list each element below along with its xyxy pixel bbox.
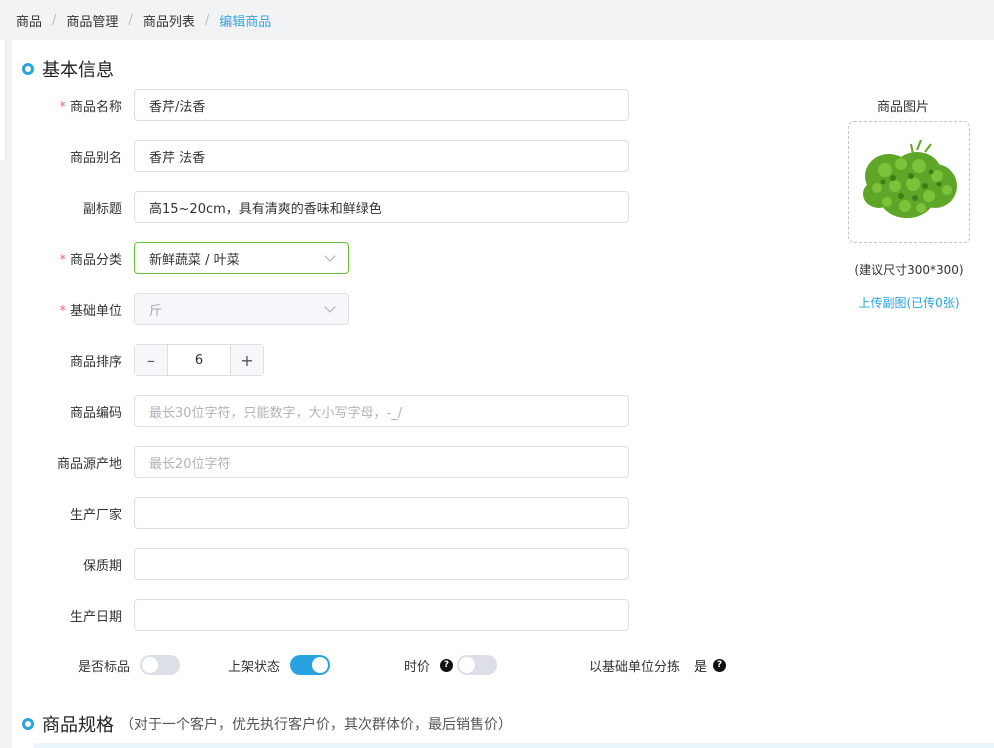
chevron-down-icon [324, 250, 336, 262]
row-category: * 商品分类 新鲜蔬菜 / 叶菜 [12, 242, 349, 274]
maker-input[interactable] [134, 497, 629, 529]
breadcrumb-item-goods[interactable]: 商品 [16, 11, 42, 30]
field-label-text: 基础单位 [69, 303, 122, 319]
standard-switch[interactable] [140, 655, 181, 675]
field-label: * 基础单位 [59, 303, 122, 319]
timeprice-switch[interactable] [457, 655, 498, 675]
field-label: 保质期 [82, 558, 122, 574]
field-label: * 商品分类 [59, 252, 122, 268]
left-gutter [0, 40, 12, 748]
goods-code-input[interactable]: 最长30位字符，只能数字，大小写字母，-_/ [134, 395, 629, 427]
row-code: 商品编码 最长30位字符，只能数字，大小写字母，-_/ [12, 395, 629, 427]
field-label: 商品排序 [69, 354, 122, 370]
row-unit: * 基础单位 斤 [12, 293, 349, 325]
section-note: （对于一个客户，优先执行客户价，其次群体价，最后销售价） [120, 717, 512, 733]
row-goods-name: * 商品名称 香芹/法香 [12, 89, 629, 121]
listed-label: 上架状态 [228, 659, 281, 675]
origin-placeholder: 最长20位字符 [149, 456, 231, 472]
row-origin: 商品源产地 最长20位字符 [12, 446, 629, 478]
timeprice-label: 时价 [404, 659, 431, 675]
breadcrumb-item-goods-manage[interactable]: 商品管理 [66, 11, 118, 30]
goods-alias-input[interactable]: 香芹 法香 [134, 140, 629, 172]
breadcrumb-item-edit-goods: 编辑商品 [219, 14, 272, 30]
breadcrumb-item-goods-list[interactable]: 商品列表 [143, 11, 195, 30]
category-select[interactable]: 新鲜蔬菜 / 叶菜 [134, 242, 349, 274]
goods-name-value: 香芹/法香 [149, 99, 206, 115]
standard-label: 是否标品 [78, 659, 131, 675]
section-basic-info: 基本信息 [22, 56, 114, 82]
minus-icon[interactable]: – [135, 345, 168, 375]
origin-input[interactable]: 最长20位字符 [134, 446, 629, 478]
sort-by-unit-label: 以基础单位分拣 [589, 659, 681, 675]
goods-alias-value: 香芹 法香 [149, 150, 206, 166]
form-card: 基本信息 * 商品名称 香芹/法香 商品别名 香芹 法香 副标题 高15~20cm… [12, 40, 994, 748]
field-label: * 商品名称 [59, 99, 122, 115]
breadcrumb-separator: / [128, 12, 133, 28]
field-label-text: 商品名称 [69, 99, 122, 115]
row-subtitle: 副标题 高15~20cm，具有清爽的香味和鲜绿色 [12, 191, 629, 223]
page: 商品 / 商品管理 / 商品列表 / 编辑商品 基本信息 * 商品名称 香芹/法香… [0, 0, 994, 748]
sort-by-unit-group: 以基础单位分拣 是 ? [589, 650, 730, 680]
field-label: 副标题 [82, 201, 122, 217]
image-panel: 商品图片 (建议尺寸300*300) 上传副图(已传0张) [848, 96, 970, 310]
unit-value: 斤 [149, 303, 163, 319]
section-title: 基本信息 [42, 60, 114, 81]
breadcrumb: 商品 / 商品管理 / 商品列表 / 编辑商品 [0, 0, 994, 40]
shelf-life-input[interactable] [134, 548, 629, 580]
field-label: 商品编码 [69, 405, 122, 421]
question-icon[interactable]: ? [440, 658, 454, 672]
sort-value[interactable]: 6 [168, 345, 230, 375]
section-spec: 商品规格 （对于一个客户，优先执行客户价，其次群体价，最后销售价） [22, 711, 512, 737]
section-title: 商品规格 [42, 715, 114, 736]
listed-switch[interactable] [290, 655, 331, 675]
sort-stepper: – 6 + [134, 344, 264, 376]
timeprice-toggle-group: 时价 ? [404, 650, 498, 680]
row-goods-alias: 商品别名 香芹 法香 [12, 140, 629, 172]
goods-name-input[interactable]: 香芹/法香 [134, 89, 629, 121]
subtitle-value: 高15~20cm，具有清爽的香味和鲜绿色 [149, 201, 382, 217]
question-icon[interactable]: ? [713, 658, 727, 672]
toggle-row: 是否标品 上架状态 时价 ? 以基础单位分拣 是 ? [12, 650, 972, 680]
section-dot-icon [22, 63, 34, 75]
breadcrumb-separator: / [204, 12, 210, 28]
field-label: 商品别名 [69, 150, 122, 166]
sort-by-unit-value: 是 [694, 659, 708, 675]
category-value: 新鲜蔬菜 / 叶菜 [149, 252, 240, 268]
upload-sub-image-link[interactable]: 上传副图(已传0张) [838, 294, 980, 311]
field-label: 生产日期 [69, 609, 122, 625]
row-sort: 商品排序 – 6 + [12, 344, 264, 376]
field-label: 商品源产地 [56, 456, 122, 472]
image-title: 商品图片 [876, 100, 929, 115]
goods-code-placeholder: 最长30位字符，只能数字，大小写字母，-_/ [149, 405, 403, 421]
row-maker: 生产厂家 [12, 497, 629, 529]
spec-table-header [34, 743, 994, 748]
chevron-down-icon [324, 301, 336, 313]
row-produce-date: 生产日期 [12, 599, 629, 631]
standard-toggle-group: 是否标品 [78, 650, 181, 680]
section-dot-icon [22, 718, 34, 730]
row-shelf-life: 保质期 [12, 548, 629, 580]
field-label: 生产厂家 [69, 507, 122, 523]
listed-toggle-group: 上架状态 [228, 650, 331, 680]
breadcrumb-separator: / [52, 12, 57, 28]
subtitle-input[interactable]: 高15~20cm，具有清爽的香味和鲜绿色 [134, 191, 629, 223]
image-upload-box[interactable] [848, 121, 970, 243]
image-size-hint: (建议尺寸300*300) [854, 263, 964, 277]
produce-date-input[interactable] [134, 599, 629, 631]
plus-icon[interactable]: + [230, 345, 263, 375]
product-image [863, 139, 957, 218]
unit-select: 斤 [134, 293, 349, 325]
field-label-text: 商品分类 [69, 252, 122, 268]
